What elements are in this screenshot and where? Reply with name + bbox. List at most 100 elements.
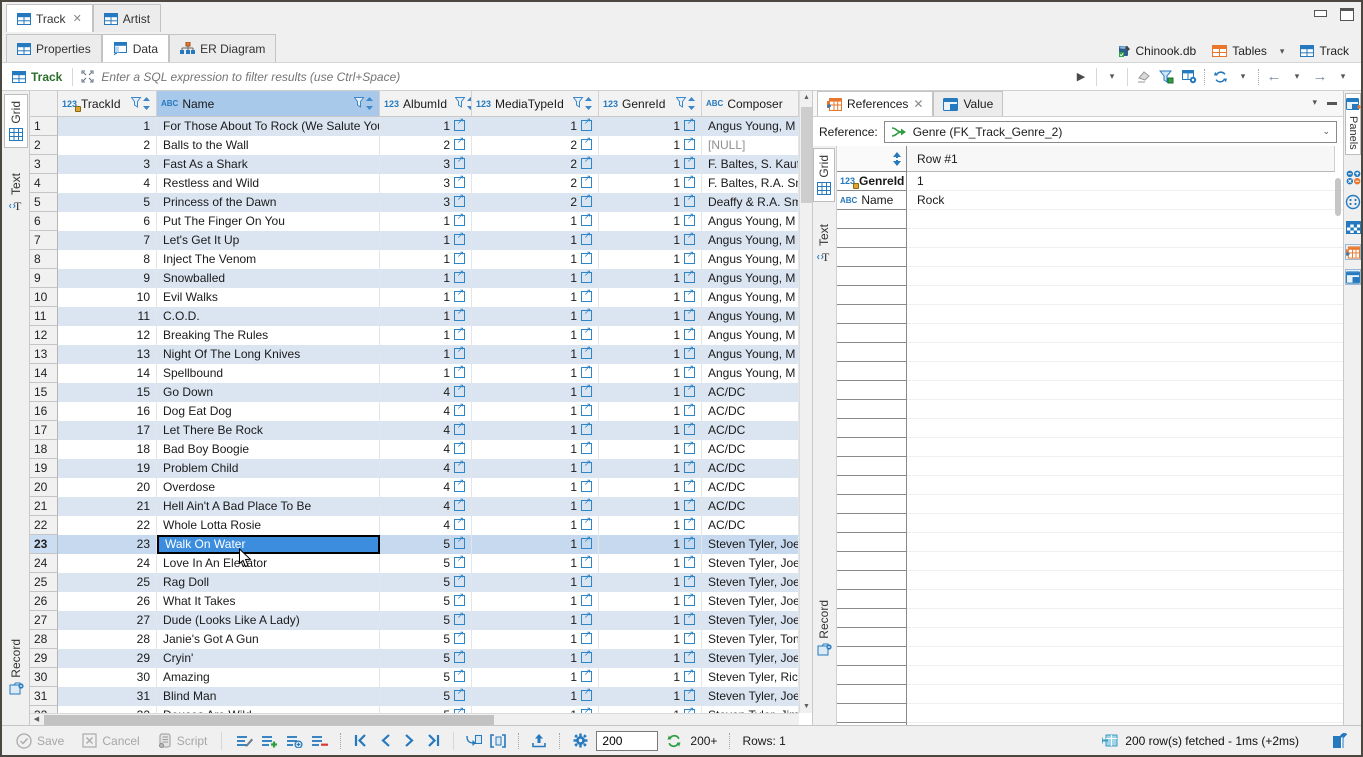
grid-cell[interactable]: 1: [599, 174, 702, 193]
grid-cell[interactable]: Hell Ain't A Bad Place To Be: [157, 497, 380, 516]
grid-cell[interactable]: 1: [380, 250, 472, 269]
back-chevron-icon[interactable]: ▾: [1289, 68, 1305, 86]
grid-cell[interactable]: [NULL]: [702, 136, 799, 155]
panel-empty-value[interactable]: [907, 590, 1343, 609]
sort-icon[interactable]: [892, 152, 902, 166]
grid-cell[interactable]: 1: [472, 668, 599, 687]
fetch-size-input[interactable]: [596, 731, 658, 751]
row-number[interactable]: 9: [30, 269, 58, 288]
grid-cell[interactable]: 2: [472, 193, 599, 212]
grid-cell[interactable]: 10: [58, 288, 157, 307]
horizontal-scroll-thumb[interactable]: [44, 715, 494, 725]
value-panel-icon[interactable]: [1345, 269, 1361, 285]
next-row-icon[interactable]: [401, 732, 417, 750]
grid-cell[interactable]: Steven Tyler, Rich: [702, 668, 799, 687]
fetch-more-icon[interactable]: [666, 732, 682, 750]
open-reference-icon[interactable]: [684, 120, 695, 131]
open-reference-icon[interactable]: [454, 576, 465, 587]
open-reference-icon[interactable]: [581, 253, 592, 264]
grid-cell[interactable]: 2: [472, 174, 599, 193]
add-row-icon[interactable]: [261, 732, 278, 750]
grid-cell[interactable]: Angus Young, M: [702, 212, 799, 231]
grid-cell[interactable]: 1: [472, 212, 599, 231]
grid-cell[interactable]: 5: [380, 592, 472, 611]
grid-cell[interactable]: Restless and Wild: [157, 174, 380, 193]
grid-cell[interactable]: 1: [599, 193, 702, 212]
open-reference-icon[interactable]: [454, 367, 465, 378]
row-number[interactable]: 6: [30, 212, 58, 231]
panel-empty-key[interactable]: [837, 495, 907, 514]
open-reference-icon[interactable]: [581, 386, 592, 397]
row-number[interactable]: 10: [30, 288, 58, 307]
fetch-settings-gear-icon[interactable]: [572, 732, 588, 750]
panel-empty-value[interactable]: [907, 400, 1343, 419]
grid-cell[interactable]: 11: [58, 307, 157, 326]
row-number[interactable]: 3: [30, 155, 58, 174]
open-reference-icon[interactable]: [684, 633, 695, 644]
open-reference-icon[interactable]: [581, 196, 592, 207]
grid-cell[interactable]: 1: [599, 668, 702, 687]
grid-cell[interactable]: 1: [472, 269, 599, 288]
grid-cell[interactable]: 13: [58, 345, 157, 364]
grid-cell[interactable]: 23: [58, 535, 157, 554]
grid-cell[interactable]: 1: [472, 516, 599, 535]
panel-empty-key[interactable]: [837, 628, 907, 647]
grid-cell[interactable]: AC/DC: [702, 421, 799, 440]
combo-chevron-icon[interactable]: ⌄: [1322, 126, 1330, 137]
row-number[interactable]: 21: [30, 497, 58, 516]
row-number[interactable]: 26: [30, 592, 58, 611]
grid-cell[interactable]: 1: [472, 421, 599, 440]
grid-cell[interactable]: 4: [380, 440, 472, 459]
grid-cell[interactable]: 1: [472, 630, 599, 649]
open-reference-icon[interactable]: [581, 481, 592, 492]
grid-cell[interactable]: Princess of the Dawn: [157, 193, 380, 212]
grid-settings-icon[interactable]: [1181, 68, 1197, 86]
open-reference-icon[interactable]: [454, 633, 465, 644]
grid-cell[interactable]: Bad Boy Boogie: [157, 440, 380, 459]
row-number[interactable]: 8: [30, 250, 58, 269]
grid-cell[interactable]: 1: [472, 497, 599, 516]
panel-empty-key[interactable]: [837, 324, 907, 343]
column-header-mediatypeid[interactable]: 123MediaTypeId: [472, 91, 599, 116]
grid-cell[interactable]: 1: [599, 269, 702, 288]
grid-cell[interactable]: Angus Young, M: [702, 364, 799, 383]
row-number[interactable]: 23: [30, 535, 58, 554]
panel-empty-value[interactable]: [907, 419, 1343, 438]
grid-cell[interactable]: Steven Tyler, Joe: [702, 611, 799, 630]
open-reference-icon[interactable]: [454, 481, 465, 492]
grid-cell[interactable]: 1: [599, 212, 702, 231]
grid-cell[interactable]: 5: [380, 630, 472, 649]
column-header-genreid[interactable]: 123GenreId: [599, 91, 702, 116]
grid-cell[interactable]: Night Of The Long Knives: [157, 345, 380, 364]
tab-track[interactable]: Track ✕: [6, 4, 93, 32]
row-number[interactable]: 4: [30, 174, 58, 193]
refresh-chevron-icon[interactable]: ▾: [1235, 68, 1251, 86]
grid-cell[interactable]: F. Baltes, R.A. Sm: [702, 174, 799, 193]
open-reference-icon[interactable]: [684, 443, 695, 454]
open-reference-icon[interactable]: [581, 519, 592, 530]
row-number[interactable]: 30: [30, 668, 58, 687]
open-reference-icon[interactable]: [454, 462, 465, 473]
panel-field-value[interactable]: 1: [907, 172, 1343, 191]
grid-cell[interactable]: 1: [472, 250, 599, 269]
grid-cell[interactable]: 1: [599, 117, 702, 136]
grid-cell[interactable]: 1: [599, 497, 702, 516]
row-number[interactable]: 12: [30, 326, 58, 345]
grid-cell[interactable]: 26: [58, 592, 157, 611]
grid-cell[interactable]: 27: [58, 611, 157, 630]
filter-sort-icon[interactable]: [131, 97, 152, 110]
edit-row-icon[interactable]: [236, 732, 253, 750]
grid-cell[interactable]: 1: [380, 269, 472, 288]
row-number[interactable]: 7: [30, 231, 58, 250]
grid-cell[interactable]: 25: [58, 573, 157, 592]
forward-chevron-icon[interactable]: ▾: [1335, 68, 1351, 86]
row-number[interactable]: 27: [30, 611, 58, 630]
panel-empty-value[interactable]: [907, 229, 1343, 248]
open-reference-icon[interactable]: [581, 633, 592, 644]
grid-corner[interactable]: [30, 91, 58, 116]
grid-cell[interactable]: Snowballed: [157, 269, 380, 288]
open-reference-icon[interactable]: [454, 405, 465, 416]
open-reference-icon[interactable]: [454, 614, 465, 625]
grid-cell[interactable]: 1: [472, 554, 599, 573]
grid-cell[interactable]: 1: [472, 117, 599, 136]
